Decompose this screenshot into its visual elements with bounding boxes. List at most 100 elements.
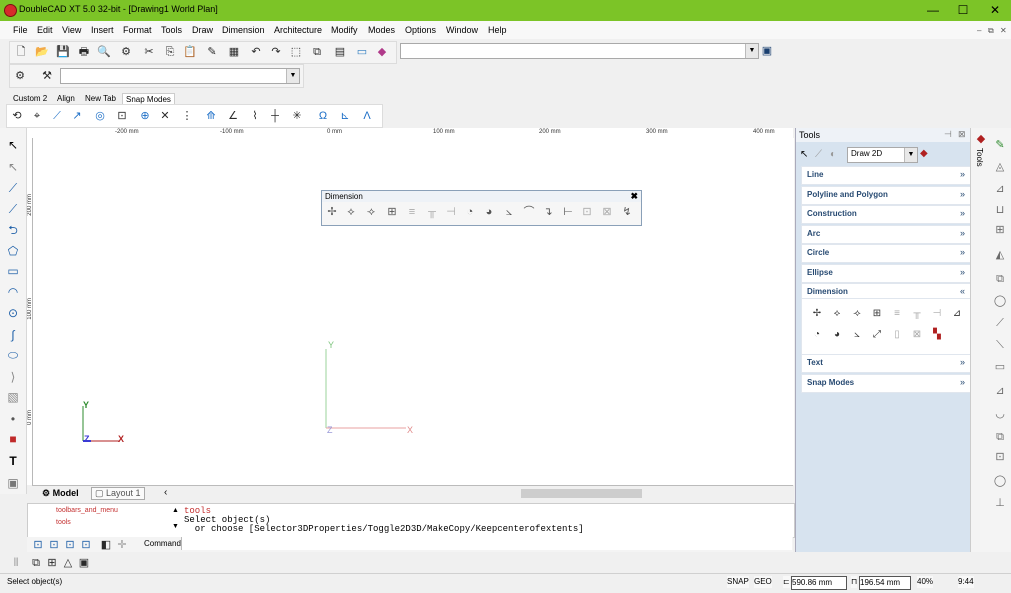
dimension-tool-icon[interactable]: ⟩ bbox=[4, 368, 22, 386]
library-book-icon[interactable]: ◆ bbox=[374, 44, 390, 60]
print-preview-icon[interactable]: 🔍 bbox=[96, 44, 112, 60]
low-tool-icon[interactable]: ⊞ bbox=[44, 555, 60, 571]
circle-icon[interactable]: ⊙ bbox=[4, 304, 22, 322]
menu-window[interactable]: Window bbox=[446, 25, 478, 35]
image-icon[interactable]: ▣ bbox=[4, 474, 22, 492]
snap-extension-icon[interactable]: ⌇ bbox=[247, 108, 263, 124]
edit-handles-icon[interactable]: ↖ bbox=[4, 158, 22, 176]
rectangle-icon[interactable]: ▭ bbox=[4, 262, 22, 280]
dim-ordinate-icon[interactable]: ⊞ bbox=[870, 307, 884, 321]
menu-file[interactable]: File bbox=[13, 25, 28, 35]
dim-angular-icon[interactable]: ⦣ bbox=[850, 328, 864, 342]
snap-ortho-icon[interactable]: ┼ bbox=[267, 108, 283, 124]
tab-align[interactable]: Align bbox=[54, 93, 78, 104]
properties-gear-icon[interactable]: ⚙ bbox=[118, 44, 134, 60]
tab-new-tab[interactable]: New Tab bbox=[82, 93, 119, 104]
spline-icon[interactable]: ∫ bbox=[4, 326, 22, 344]
cut-icon[interactable]: ✂ bbox=[141, 44, 157, 60]
menu-dimension[interactable]: Dimension bbox=[222, 25, 265, 35]
text-tool-icon[interactable]: T bbox=[4, 452, 22, 470]
polyline-icon[interactable]: ⮌ bbox=[4, 221, 22, 239]
dim-diameter-icon[interactable]: ◕ bbox=[830, 328, 844, 342]
snap-nearest-icon[interactable]: ⟋ bbox=[49, 108, 65, 124]
fill-icon[interactable]: ■ bbox=[4, 430, 22, 448]
dim-edit-icon[interactable]: ⊠ bbox=[910, 328, 924, 342]
screen-icon[interactable]: ▭ bbox=[354, 44, 370, 60]
dim-linear-icon[interactable]: ✢ bbox=[810, 307, 824, 321]
dim-rectangular-icon[interactable]: ⊿ bbox=[950, 307, 964, 321]
cmd-tool-icon[interactable]: ⊡ bbox=[62, 537, 78, 553]
geo-toggle[interactable]: GEO bbox=[754, 576, 772, 588]
dim-edit-icon[interactable]: ⊠ bbox=[600, 205, 614, 219]
section-construction[interactable]: Construction » bbox=[801, 205, 971, 224]
low-tool-icon[interactable]: ⫴ bbox=[8, 555, 24, 571]
dim-ordinate-icon[interactable]: ⊞ bbox=[385, 205, 399, 219]
menu-insert[interactable]: Insert bbox=[91, 25, 114, 35]
snap-quadrant-icon[interactable]: ⊕ bbox=[137, 108, 153, 124]
section-circle[interactable]: Circle » bbox=[801, 244, 971, 263]
snap-toggle-icon[interactable]: ⟲ bbox=[9, 108, 25, 124]
snap-perpendicular-icon[interactable]: ⊾ bbox=[337, 108, 353, 124]
redo-icon[interactable]: ↷ bbox=[268, 44, 284, 60]
menu-edit[interactable]: Edit bbox=[37, 25, 53, 35]
save-icon[interactable]: 💾 bbox=[55, 44, 71, 60]
draw-mode-select[interactable]: Draw 2D ▼ bbox=[847, 147, 918, 163]
new-file-icon[interactable]: 🗋 bbox=[13, 44, 29, 60]
menu-draw[interactable]: Draw bbox=[192, 25, 213, 35]
mdi-restore-button[interactable]: ⧉ bbox=[988, 26, 994, 36]
open-folder-icon[interactable]: 📂 bbox=[34, 44, 50, 60]
polygon-icon[interactable]: ⬠ bbox=[4, 242, 22, 260]
tab-model[interactable]: ⚙ Model bbox=[42, 488, 79, 499]
horizontal-scrollbar-thumb[interactable] bbox=[521, 489, 642, 498]
section-arc[interactable]: Arc » bbox=[801, 225, 971, 244]
strip-tool-icon[interactable]: ▭ bbox=[991, 358, 1009, 376]
dim-baseline-icon[interactable]: ≡ bbox=[405, 205, 419, 219]
palette-icon[interactable]: ◆ bbox=[920, 148, 928, 159]
design-director-icon[interactable]: ⧉ bbox=[309, 44, 325, 60]
menu-tools[interactable]: Tools bbox=[161, 25, 182, 35]
tab-custom-2[interactable]: Custom 2 bbox=[10, 93, 50, 104]
point-icon[interactable]: • bbox=[4, 410, 22, 428]
menu-architecture[interactable]: Architecture bbox=[274, 25, 322, 35]
maximize-button[interactable]: ☐ bbox=[948, 1, 978, 20]
dimension-toolbar-header[interactable]: Dimension ✖ bbox=[322, 191, 641, 202]
snap-grid-icon[interactable]: ⋮ bbox=[179, 108, 195, 124]
gear-icon[interactable]: ⚙ bbox=[12, 68, 28, 84]
strip-tool-icon[interactable]: ⟋ bbox=[991, 314, 1009, 332]
close-button[interactable]: ✕ bbox=[980, 1, 1010, 20]
strip-tool-icon[interactable]: ◯ bbox=[991, 472, 1009, 490]
low-tool-icon[interactable]: ⧉ bbox=[28, 555, 44, 571]
line-icon[interactable]: ⟋ bbox=[4, 179, 22, 197]
select-arrow-icon[interactable]: ↖ bbox=[4, 136, 22, 154]
strip-tool-icon[interactable]: ⧉ bbox=[991, 428, 1009, 446]
cmd-tool-icon[interactable]: ✛ bbox=[114, 537, 130, 553]
dim-rotated-icon[interactable]: ⟢ bbox=[850, 307, 864, 321]
y-coordinate[interactable]: 196.54 mm bbox=[859, 576, 911, 590]
table-icon[interactable]: ▤ bbox=[332, 44, 348, 60]
property-tool-icon[interactable]: ⚒ bbox=[39, 68, 55, 84]
snap-any-icon[interactable]: ✳ bbox=[289, 108, 305, 124]
layer-combo[interactable]: ▼ bbox=[400, 43, 759, 59]
dim-tolerance-icon[interactable]: ⊢ bbox=[561, 205, 575, 219]
mdi-close-button[interactable]: ✕ bbox=[1000, 26, 1007, 35]
scroll-down-icon[interactable]: ▼ bbox=[172, 523, 179, 530]
cmd-tool-icon[interactable]: ⊡ bbox=[30, 537, 46, 553]
window-manager-icon[interactable]: ▣ bbox=[759, 43, 775, 59]
hatch-icon[interactable]: ▧ bbox=[4, 388, 22, 406]
cmd-tool-icon[interactable]: ⊡ bbox=[78, 537, 94, 553]
cmd-tool-icon[interactable]: ⊡ bbox=[46, 537, 62, 553]
edit-tool-icon[interactable]: ⟋ bbox=[815, 149, 822, 160]
snap-apex-icon[interactable]: Λ bbox=[359, 108, 375, 124]
dim-angular-icon[interactable]: ⦣ bbox=[502, 205, 516, 219]
zoom-window-icon[interactable]: ⬚ bbox=[288, 44, 304, 60]
match-properties-icon[interactable]: ✎ bbox=[204, 44, 220, 60]
circle-icon[interactable]: ◯ bbox=[991, 292, 1009, 310]
dim-arc-length-icon[interactable]: ⤢ bbox=[870, 328, 884, 342]
tab-layout-1[interactable]: ▢ Layout 1 bbox=[91, 487, 145, 500]
command-input[interactable] bbox=[181, 537, 792, 550]
strip-tool-icon[interactable]: ◡ bbox=[991, 405, 1009, 423]
section-text[interactable]: Text » bbox=[801, 354, 971, 373]
strip-tool-icon[interactable]: ⊥ bbox=[991, 494, 1009, 512]
arc-icon[interactable]: ◠ bbox=[4, 283, 22, 301]
pencil-icon[interactable]: ✎ bbox=[991, 136, 1009, 154]
